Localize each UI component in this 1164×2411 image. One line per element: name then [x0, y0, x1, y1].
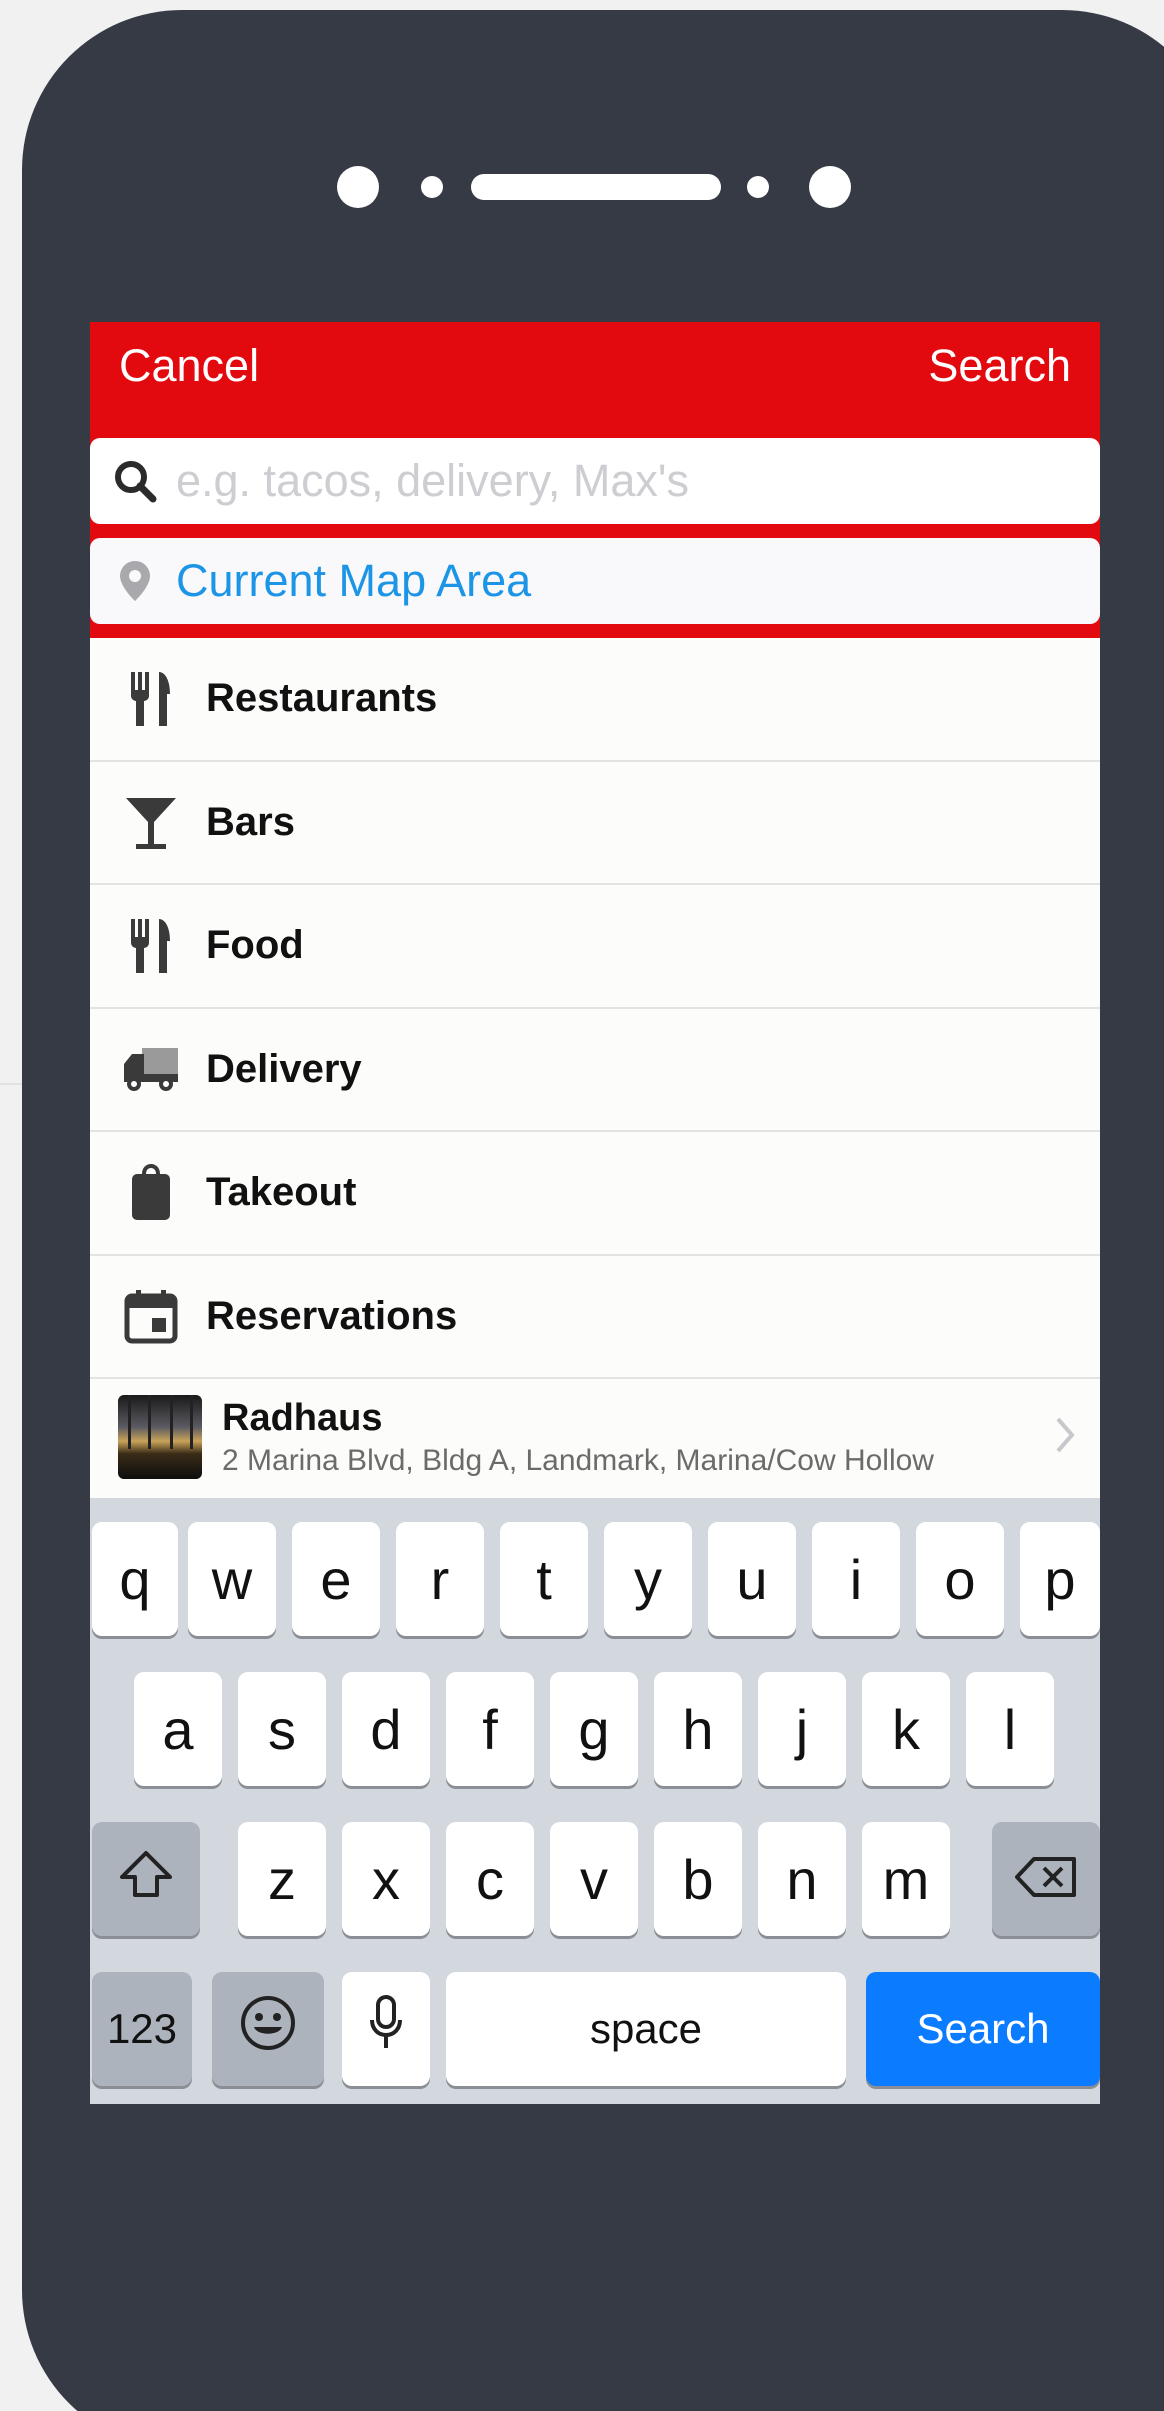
category-label: Takeout: [206, 1170, 357, 1215]
key-z[interactable]: z: [238, 1822, 326, 1936]
keyboard: q w e r t y u i o p a s d f g h j k l z …: [90, 1498, 1100, 2104]
key-v[interactable]: v: [550, 1822, 638, 1936]
key-c[interactable]: c: [446, 1822, 534, 1936]
key-k[interactable]: k: [862, 1672, 950, 1786]
key-t[interactable]: t: [500, 1522, 588, 1636]
business-address: 2 Marina Blvd, Bldg A, Landmark, Marina/…: [222, 1443, 934, 1477]
category-label: Delivery: [206, 1046, 362, 1091]
dictation-key[interactable]: [342, 1972, 430, 2086]
location-label: Current Map Area: [176, 555, 532, 606]
category-restaurants[interactable]: Restaurants: [90, 638, 1100, 762]
key-l[interactable]: l: [966, 1672, 1054, 1786]
front-camera: [337, 166, 379, 208]
search-input[interactable]: [176, 446, 1036, 516]
recent-text: Radhaus 2 Marina Blvd, Bldg A, Landmark,…: [222, 1397, 934, 1478]
category-bars[interactable]: Bars: [90, 761, 1100, 885]
cancel-button[interactable]: Cancel: [119, 340, 259, 392]
calendar-icon: [120, 1285, 182, 1347]
category-list: Restaurants Bars Food Delivery Takeout R…: [90, 638, 1100, 1495]
app-screen: Cancel Search Current Map Area Restauran…: [90, 322, 1100, 2104]
emoji-icon: [239, 1994, 297, 2065]
key-n[interactable]: n: [758, 1822, 846, 1936]
category-delivery[interactable]: Delivery: [90, 1008, 1100, 1132]
key-s[interactable]: s: [238, 1672, 326, 1786]
key-b[interactable]: b: [654, 1822, 742, 1936]
recent-search-item[interactable]: Radhaus 2 Marina Blvd, Bldg A, Landmark,…: [90, 1379, 1100, 1495]
key-a[interactable]: a: [134, 1672, 222, 1786]
backspace-icon: [1014, 1847, 1078, 1912]
takeout-bag-icon: [120, 1162, 182, 1224]
search-button[interactable]: Search: [928, 340, 1071, 392]
earpiece-slot: [471, 174, 721, 200]
category-label: Restaurants: [206, 676, 438, 721]
microphone-icon: [368, 1994, 404, 2065]
key-u[interactable]: u: [708, 1522, 796, 1636]
search-header: Cancel Search Current Map Area: [90, 322, 1100, 638]
search-icon: [100, 446, 170, 516]
key-y[interactable]: y: [604, 1522, 692, 1636]
key-h[interactable]: h: [654, 1672, 742, 1786]
key-w[interactable]: w: [188, 1522, 276, 1636]
fork-knife-icon: [120, 915, 182, 977]
category-reservations[interactable]: Reservations: [90, 1255, 1100, 1379]
space-key[interactable]: space: [446, 1972, 846, 2086]
cocktail-icon: [120, 791, 182, 853]
shift-key[interactable]: [92, 1822, 200, 1936]
proximity-sensor: [809, 166, 851, 208]
key-x[interactable]: x: [342, 1822, 430, 1936]
key-j[interactable]: j: [758, 1672, 846, 1786]
key-i[interactable]: i: [812, 1522, 900, 1636]
sensor-dot: [747, 176, 769, 198]
category-label: Food: [206, 923, 304, 968]
numbers-key[interactable]: 123: [92, 1972, 192, 2086]
emoji-key[interactable]: [212, 1972, 324, 2086]
key-m[interactable]: m: [862, 1822, 950, 1936]
key-p[interactable]: p: [1020, 1522, 1100, 1636]
key-q[interactable]: q: [92, 1522, 178, 1636]
business-name: Radhaus: [222, 1396, 383, 1439]
delivery-truck-icon: [120, 1038, 182, 1100]
location-pin-icon: [100, 546, 170, 616]
delete-key[interactable]: [992, 1822, 1100, 1936]
search-field[interactable]: [90, 438, 1100, 524]
category-food[interactable]: Food: [90, 885, 1100, 1009]
key-o[interactable]: o: [916, 1522, 1004, 1636]
category-label: Reservations: [206, 1293, 458, 1338]
key-d[interactable]: d: [342, 1672, 430, 1786]
key-g[interactable]: g: [550, 1672, 638, 1786]
fork-knife-icon: [120, 668, 182, 730]
sensor-dot: [421, 176, 443, 198]
chevron-right-icon: [1054, 1415, 1076, 1460]
shift-icon: [118, 1847, 174, 1912]
location-field[interactable]: Current Map Area: [90, 538, 1100, 624]
phone-speaker: [0, 166, 1164, 210]
business-thumbnail: [118, 1395, 202, 1479]
key-f[interactable]: f: [446, 1672, 534, 1786]
category-label: Bars: [206, 799, 295, 844]
keyboard-search-key[interactable]: Search: [866, 1972, 1100, 2086]
key-e[interactable]: e: [292, 1522, 380, 1636]
category-takeout[interactable]: Takeout: [90, 1132, 1100, 1256]
key-r[interactable]: r: [396, 1522, 484, 1636]
